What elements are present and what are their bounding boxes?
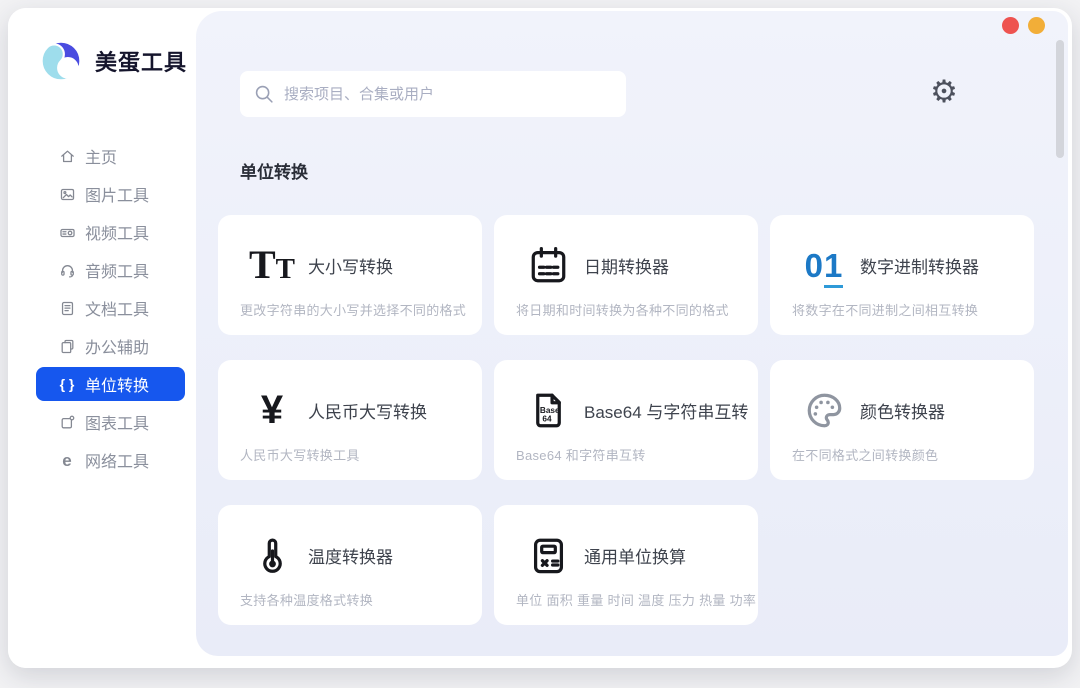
tools-grid: TT 大小写转换 更改字符串的大小写并选择不同的格式 日期转换器 将日期和时间转… <box>218 215 1034 625</box>
scrollbar-thumb[interactable] <box>1056 40 1064 158</box>
video-icon <box>58 223 76 241</box>
sidebar-item-network[interactable]: e 网络工具 <box>36 443 185 477</box>
tool-card-thermometer[interactable]: 温度转换器 支持各种温度格式转换 <box>218 505 482 625</box>
chart-icon <box>58 413 76 431</box>
search-bar <box>240 71 626 117</box>
calculator-icon <box>522 529 574 581</box>
binary-icon: 01 <box>798 239 850 291</box>
audio-icon <box>58 261 76 279</box>
tool-card-base64[interactable]: Base64 Base64 与字符串互转 Base64 和字符串互转 <box>494 360 758 480</box>
svg-text:64: 64 <box>542 414 552 423</box>
window-dot-yellow[interactable] <box>1028 17 1045 34</box>
tool-card-binary[interactable]: 01 数字进制转换器 将数字在不同进制之间相互转换 <box>770 215 1034 335</box>
app-window: 美蛋工具 主页 图片工具 视频工具 <box>8 8 1072 668</box>
image-icon <box>58 185 76 203</box>
sidebar-item-document[interactable]: 文档工具 <box>36 291 185 325</box>
sidebar-item-image[interactable]: 图片工具 <box>36 177 185 211</box>
thermometer-icon <box>246 529 298 581</box>
sidebar-item-video[interactable]: 视频工具 <box>36 215 185 249</box>
sidebar-item-chart[interactable]: 图表工具 <box>36 405 185 439</box>
sidebar-item-audio[interactable]: 音频工具 <box>36 253 185 287</box>
search-input[interactable] <box>240 71 626 117</box>
sidebar-item-braces[interactable]: { } 单位转换 <box>36 367 185 401</box>
palette-icon <box>798 384 850 436</box>
tool-card-calculator[interactable]: 通用单位换算 单位 面积 重量 时间 温度 压力 热量 功率 <box>494 505 758 625</box>
app-logo: 美蛋工具 <box>8 8 196 88</box>
section-title: 单位转换 <box>240 158 308 183</box>
tool-card-text-case[interactable]: TT 大小写转换 更改字符串的大小写并选择不同的格式 <box>218 215 482 335</box>
tool-card-yuan[interactable]: ¥ 人民币大写转换 人民币大写转换工具 <box>218 360 482 480</box>
window-controls <box>1002 17 1045 34</box>
sidebar: 美蛋工具 主页 图片工具 视频工具 <box>8 8 196 668</box>
tool-card-calendar[interactable]: 日期转换器 将日期和时间转换为各种不同的格式 <box>494 215 758 335</box>
network-icon: e <box>58 451 76 469</box>
document-icon <box>58 299 76 317</box>
sidebar-item-office[interactable]: 办公辅助 <box>36 329 185 363</box>
text-case-icon: TT <box>246 239 298 291</box>
tool-card-palette[interactable]: 颜色转换器 在不同格式之间转换颜色 <box>770 360 1034 480</box>
braces-icon: { } <box>58 375 76 393</box>
search-icon <box>253 83 275 105</box>
home-icon <box>58 147 76 165</box>
yuan-icon: ¥ <box>246 384 298 436</box>
sidebar-nav: 主页 图片工具 视频工具 音频工具 <box>8 135 196 481</box>
office-icon <box>58 337 76 355</box>
logo-swirl-icon <box>34 34 88 88</box>
calendar-icon <box>522 239 574 291</box>
sidebar-item-home[interactable]: 主页 <box>36 139 185 173</box>
window-dot-red[interactable] <box>1002 17 1019 34</box>
base64-icon: Base64 <box>522 384 574 436</box>
settings-gear-icon[interactable]: ⚙ <box>926 74 962 110</box>
app-title: 美蛋工具 <box>95 45 187 77</box>
